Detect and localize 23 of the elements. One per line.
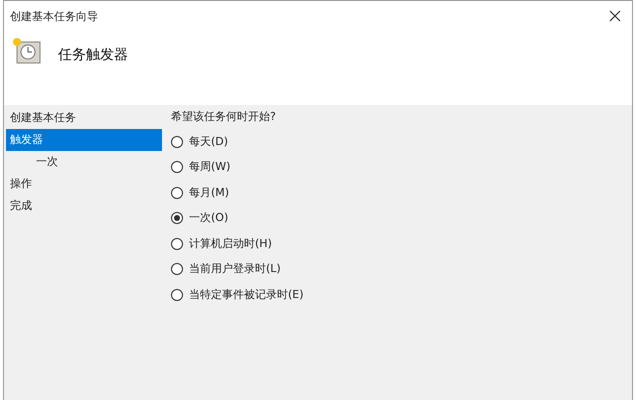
clock-icon [12, 37, 42, 65]
nav-item[interactable]: 创建基本任务 [6, 107, 162, 129]
radio-button[interactable] [171, 263, 183, 276]
question-label: 希望该任务何时开始? [171, 109, 277, 125]
radio-label[interactable]: 当特定事件被记录时(E) [189, 286, 304, 303]
radio-button[interactable] [171, 288, 183, 301]
radio-button[interactable] [171, 186, 183, 199]
nav-item[interactable]: 一次 [6, 151, 162, 173]
nav-item[interactable]: 操作 [6, 173, 162, 195]
radio-label[interactable]: 每周(W) [189, 159, 230, 176]
radio-button[interactable] [171, 161, 183, 174]
radio-label[interactable]: 每月(M) [189, 184, 230, 201]
radio-button[interactable] [171, 212, 183, 224]
radio-button[interactable] [171, 238, 183, 250]
radio-label[interactable]: 每天(D) [189, 134, 228, 150]
window-title: 创建基本任务向导 [10, 9, 98, 25]
radio-label[interactable]: 当前用户登录时(L) [189, 261, 281, 278]
radio-label[interactable]: 一次(O) [189, 210, 228, 226]
radio-button[interactable] [171, 136, 183, 148]
nav-item[interactable]: 完成 [6, 195, 162, 217]
radio-label[interactable]: 计算机启动时(H) [189, 236, 272, 252]
header-title: 任务触发器 [58, 46, 128, 65]
nav-item[interactable]: 触发器 [6, 129, 162, 151]
